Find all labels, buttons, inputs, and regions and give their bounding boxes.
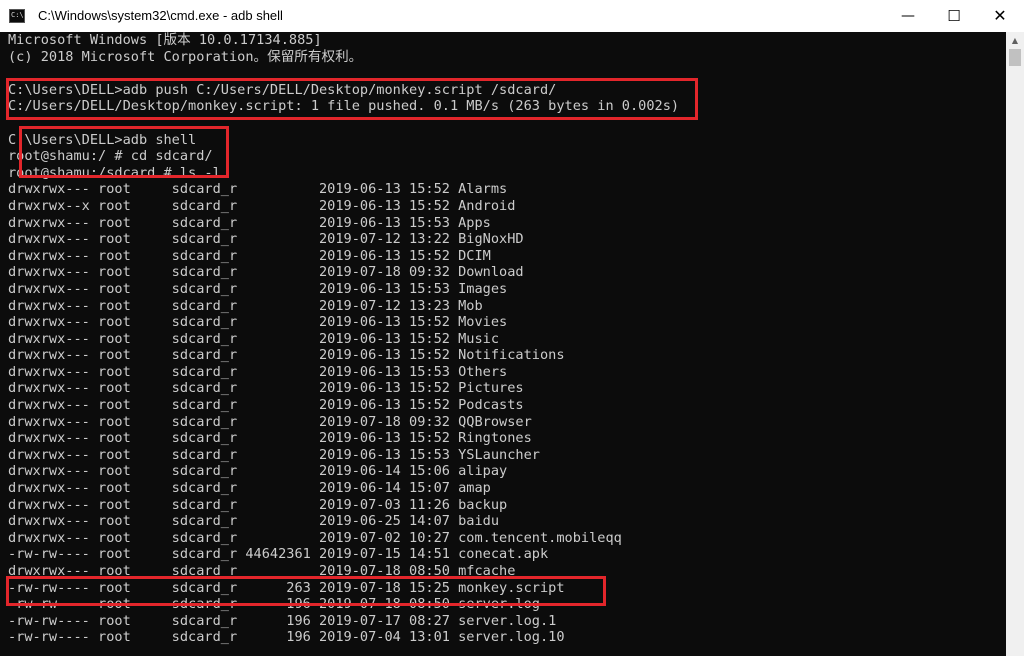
console-line: drwxrwx--- root sdcard_r 2019-07-18 08:5… bbox=[8, 563, 516, 579]
console-line: C:\Users\DELL>adb shell bbox=[8, 131, 197, 148]
console-line: drwxrwx--- root sdcard_r 2019-07-02 10:2… bbox=[8, 529, 622, 546]
console-line: drwxrwx--- root sdcard_r 2019-06-14 15:0… bbox=[8, 463, 508, 480]
console-line: -rw-rw---- root sdcard_r 196 2019-07-04 … bbox=[8, 629, 565, 646]
console-line: drwxrwx--- root sdcard_r 2019-06-13 15:5… bbox=[8, 347, 565, 364]
console-line: C:/Users/DELL/Desktop/monkey.script: 1 f… bbox=[8, 98, 680, 115]
close-icon: ✕ bbox=[993, 6, 1007, 25]
minimize-button[interactable]: — bbox=[885, 0, 931, 32]
console-line: C:\Users\DELL>adb push C:/Users/DELL/Des… bbox=[8, 81, 557, 98]
console-line: root@shamu:/sdcard # ls -l bbox=[8, 164, 221, 181]
console-line: drwxrwx--- root sdcard_r 2019-07-12 13:2… bbox=[8, 231, 524, 248]
scroll-up-arrow-icon[interactable]: ▲ bbox=[1006, 32, 1024, 49]
console-lines: Microsoft Windows [版本 10.0.17134.885] (c)… bbox=[8, 32, 679, 646]
console-line: root@shamu:/ # cd sdcard/ bbox=[8, 148, 213, 165]
console-line: drwxrwx--- root sdcard_r 2019-07-18 09:3… bbox=[8, 413, 532, 430]
console-line: drwxrwx--- root sdcard_r 2019-07-03 11:2… bbox=[8, 496, 508, 513]
maximize-button[interactable]: ☐ bbox=[931, 0, 977, 32]
console-line: drwxrwx--- root sdcard_r 2019-06-13 15:5… bbox=[8, 214, 491, 231]
cmd-window: C:\ C:\Windows\system32\cmd.exe - adb sh… bbox=[0, 0, 1024, 656]
console-line: -rw-rw---- root sdcard_r 263 2019-07-18 … bbox=[8, 579, 565, 596]
console-line: drwxrwx--x root sdcard_r 2019-06-13 15:5… bbox=[8, 197, 516, 214]
console-line: drwxrwx--- root sdcard_r 2019-06-13 15:5… bbox=[8, 380, 524, 397]
window-title: C:\Windows\system32\cmd.exe - adb shell bbox=[38, 8, 283, 23]
console-line: drwxrwx--- root sdcard_r 2019-06-13 15:5… bbox=[8, 397, 524, 414]
close-button[interactable]: ✕ bbox=[977, 0, 1023, 32]
console-line: drwxrwx--- root sdcard_r 2019-06-25 14:0… bbox=[8, 513, 500, 530]
console-line: drwxrwx--- root sdcard_r 2019-06-13 15:5… bbox=[8, 280, 508, 297]
console-line: drwxrwx--- root sdcard_r 2019-06-13 15:5… bbox=[8, 247, 491, 264]
console-line: drwxrwx--- root sdcard_r 2019-06-14 15:0… bbox=[8, 480, 491, 497]
minimize-icon: — bbox=[901, 8, 915, 24]
console-line: drwxrwx--- root sdcard_r 2019-06-13 15:5… bbox=[8, 446, 540, 463]
maximize-icon: ☐ bbox=[947, 7, 961, 25]
console-line: drwxrwx--- root sdcard_r 2019-06-13 15:5… bbox=[8, 314, 508, 331]
console-line: drwxrwx--- root sdcard_r 2019-07-12 13:2… bbox=[8, 297, 483, 314]
console-line: drwxrwx--- root sdcard_r 2019-06-13 15:5… bbox=[8, 330, 500, 347]
scroll-thumb[interactable] bbox=[1009, 49, 1021, 66]
console-line: Microsoft Windows [版本 10.0.17134.885] bbox=[8, 32, 322, 48]
console-icon[interactable]: C:\ bbox=[9, 9, 25, 23]
console-line: -rw-rw---- root sdcard_r 44642361 2019-0… bbox=[8, 546, 549, 563]
console-line: -rw-rw---- root sdcard_r 196 2019-07-17 … bbox=[8, 612, 557, 629]
console-line: (c) 2018 Microsoft Corporation。保留所有权利。 bbox=[8, 48, 363, 65]
title-bar[interactable]: C:\ C:\Windows\system32\cmd.exe - adb sh… bbox=[0, 0, 1024, 32]
console-line: drwxrwx--- root sdcard_r 2019-07-18 09:3… bbox=[8, 264, 524, 281]
console-line: -rw-rw---- root sdcard_r 196 2019-07-18 … bbox=[8, 596, 540, 613]
vertical-scrollbar[interactable]: ▲ bbox=[1006, 32, 1024, 656]
console-line: drwxrwx--- root sdcard_r 2019-06-13 15:5… bbox=[8, 181, 508, 198]
console-output[interactable]: Microsoft Windows [版本 10.0.17134.885] (c)… bbox=[0, 32, 1006, 656]
console-line: drwxrwx--- root sdcard_r 2019-06-13 15:5… bbox=[8, 363, 508, 380]
console-line: drwxrwx--- root sdcard_r 2019-06-13 15:5… bbox=[8, 430, 532, 447]
